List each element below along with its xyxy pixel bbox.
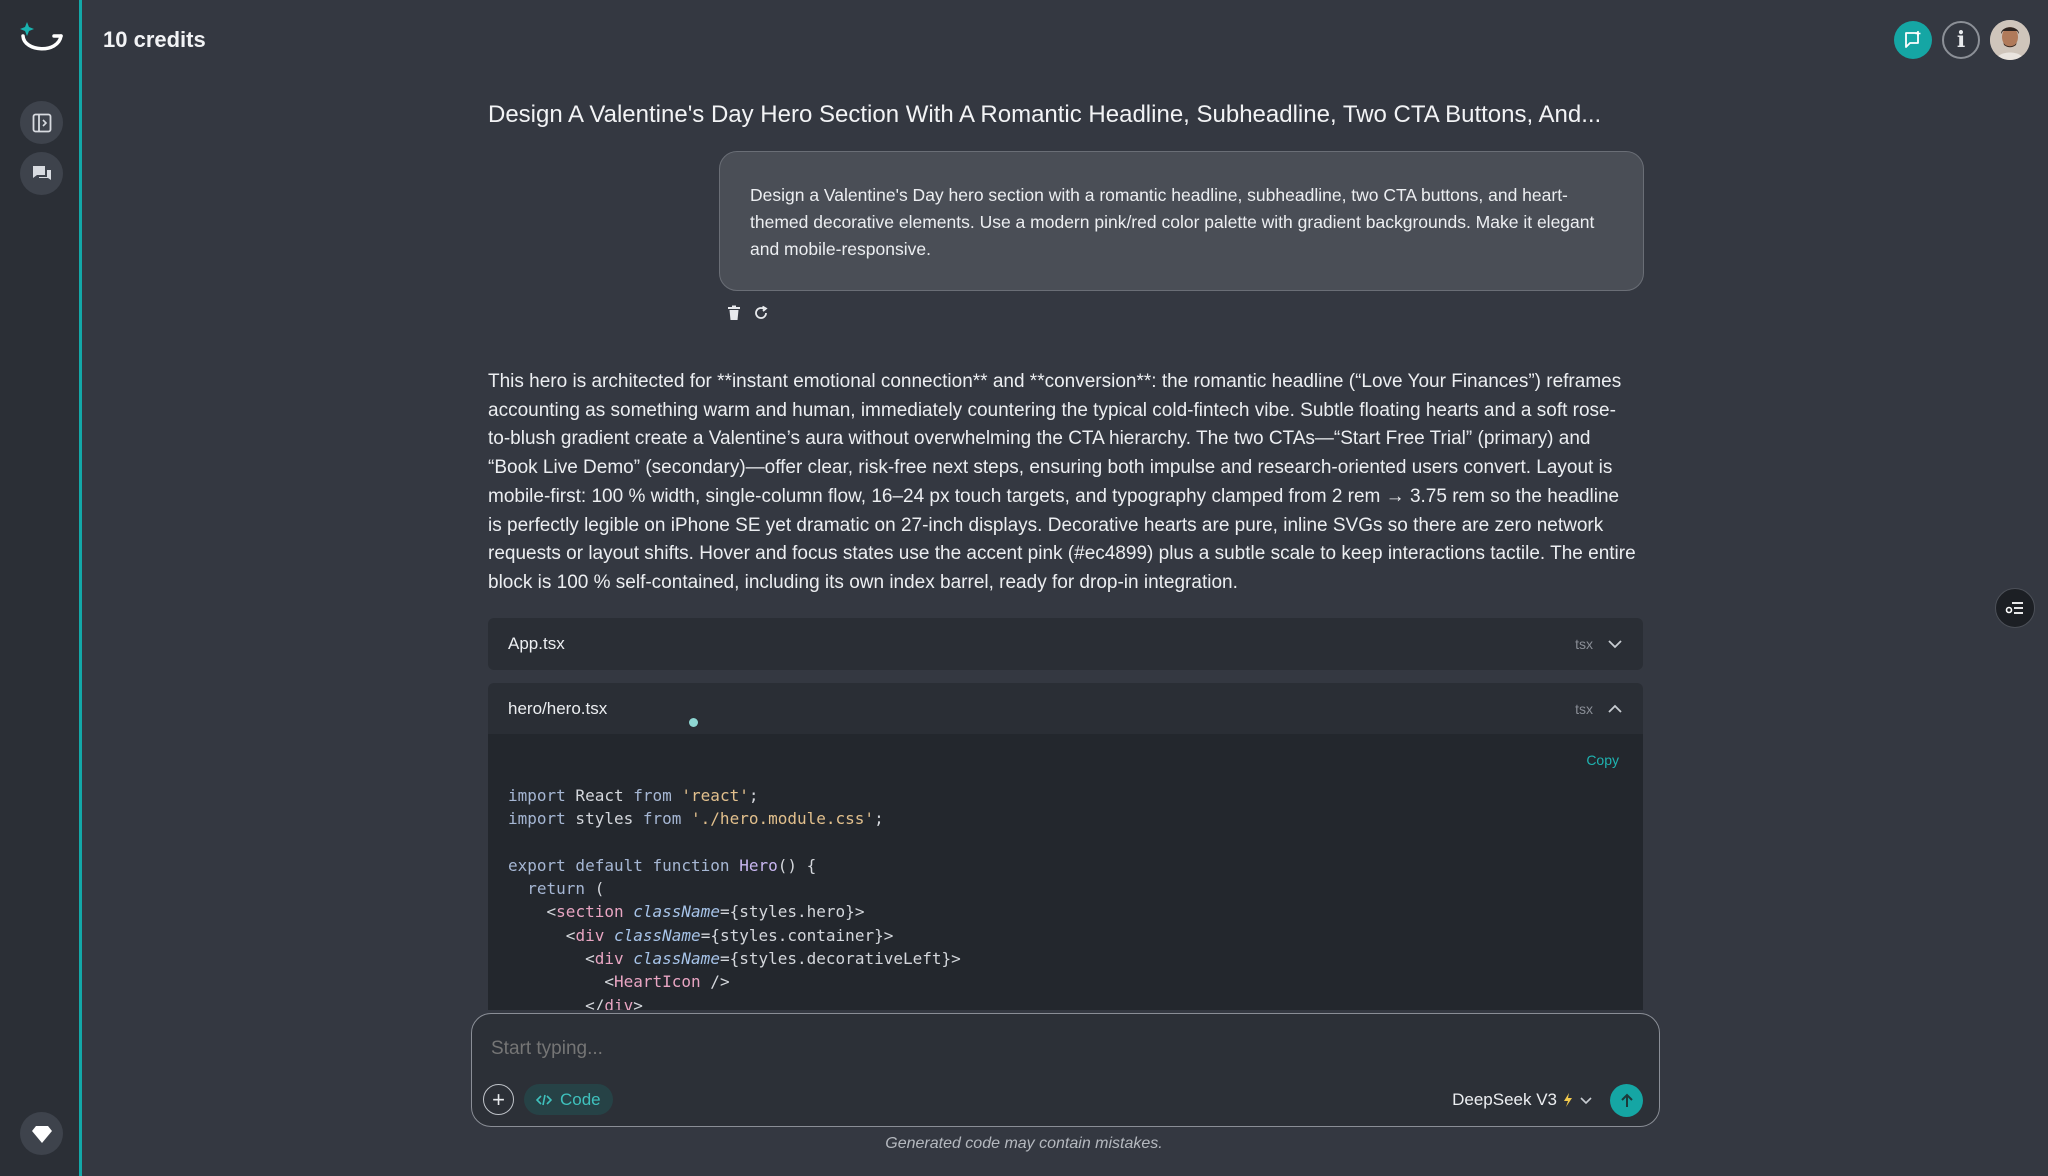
model-selector[interactable]: DeepSeek V3 [1452, 1090, 1593, 1110]
code-viewer: Copy import React from 'react'; import s… [488, 734, 1643, 1010]
loading-dot [689, 718, 698, 727]
sidebar [0, 0, 82, 1176]
new-chat-icon [1905, 31, 1921, 48]
code-line: <div className={styles.container}> [508, 925, 894, 945]
attach-button[interactable]: + [483, 1084, 514, 1115]
chat-title: Design A Valentine's Day Hero Section Wi… [488, 101, 1602, 128]
list-settings-icon [2005, 602, 2023, 614]
chevron-down-icon[interactable] [1607, 639, 1623, 649]
file-ext: tsx [1575, 701, 1593, 717]
chevron-up-icon[interactable] [1607, 704, 1623, 714]
code-line: import React from 'react'; [508, 786, 759, 805]
disclaimer-text: Generated code may contain mistakes. [885, 1135, 1163, 1152]
info-icon: i [1956, 27, 1966, 53]
file-ext: tsx [1575, 636, 1593, 652]
assistant-response: This hero is architected for **instant e… [488, 371, 1636, 593]
regenerate-icon[interactable] [753, 305, 769, 321]
code-line: export default function Hero() { [508, 855, 817, 875]
file-bar-app[interactable]: App.tsx tsx [488, 618, 1643, 670]
user-prompt-bubble: Design a Valentine's Day hero section wi… [719, 151, 1644, 291]
code-line: </div> [508, 995, 643, 1010]
new-chat-button[interactable] [1894, 21, 1932, 59]
plus-icon: + [492, 1086, 505, 1112]
sidebar-panel-icon [32, 113, 51, 132]
code-mode-toggle[interactable]: Code [524, 1084, 613, 1115]
app-logo-icon[interactable] [18, 18, 66, 60]
arrow-up-icon [1620, 1093, 1633, 1107]
chevron-down-icon [1580, 1096, 1592, 1104]
delete-icon[interactable] [727, 305, 741, 321]
code-line: <HeartIcon /> [508, 972, 730, 992]
top-right-actions: i [1894, 20, 2030, 60]
code-icon [536, 1094, 552, 1105]
outline-toggle-button[interactable] [1995, 588, 2035, 628]
lightning-icon [1564, 1093, 1572, 1107]
copy-button[interactable]: Copy [1586, 752, 1619, 768]
model-name: DeepSeek V3 [1452, 1090, 1557, 1109]
code-line: return ( [527, 879, 605, 899]
code-line: import styles from './hero.module.css'; [508, 809, 884, 829]
user-prompt-text: Design a Valentine's Day hero section wi… [750, 185, 1595, 259]
send-button[interactable] [1610, 1084, 1643, 1117]
file-name: App.tsx [508, 634, 565, 653]
message-composer: + Code DeepSeek V3 [471, 1013, 1660, 1127]
code-line: <div className={styles.decorativeLeft}> [508, 949, 961, 969]
info-button[interactable]: i [1942, 21, 1980, 59]
code-line: <section className={styles.hero}> [508, 902, 865, 922]
toggle-sidebar-button[interactable] [20, 101, 63, 144]
message-actions [727, 305, 769, 321]
code-block: import React from 'react'; import styles… [508, 784, 961, 1010]
chats-button[interactable] [20, 152, 63, 195]
credits-label: 10 credits [103, 27, 206, 52]
user-avatar[interactable] [1990, 20, 2030, 60]
chat-bubbles-icon [32, 165, 51, 180]
message-input[interactable] [491, 1038, 1591, 1060]
avatar-image-icon [1990, 20, 2030, 60]
code-chip-label: Code [560, 1089, 601, 1109]
file-bar-hero[interactable]: hero/hero.tsx tsx [488, 683, 1643, 735]
file-name: hero/hero.tsx [508, 699, 608, 718]
